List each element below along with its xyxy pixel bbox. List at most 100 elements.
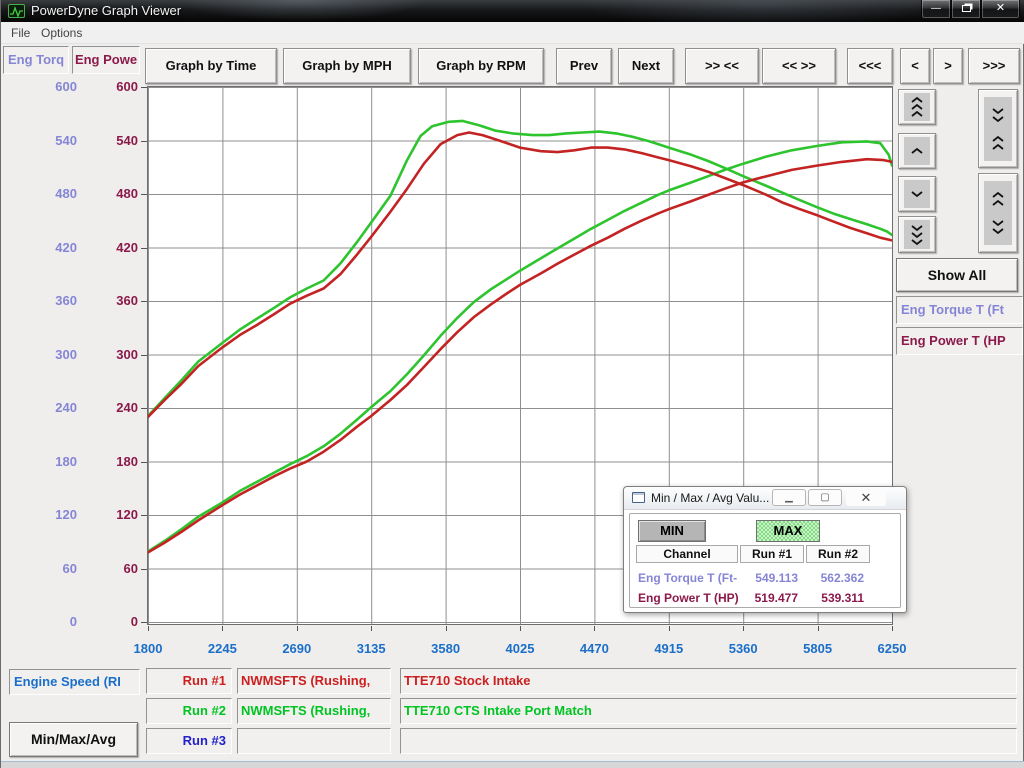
- form-icon: [632, 492, 645, 503]
- chevron-down-icon: [904, 180, 930, 208]
- minmax-maximize-button[interactable]: ▢: [808, 489, 842, 506]
- min-max-avg-button[interactable]: Min/Max/Avg: [9, 722, 138, 757]
- torque-axis-tick: 540: [31, 132, 77, 150]
- minmax-close-button[interactable]: ✕: [846, 489, 886, 506]
- graph-by-rpm-button[interactable]: Graph by RPM: [418, 48, 544, 84]
- scroll-far-right-button[interactable]: >>>: [968, 48, 1020, 84]
- run1-file-box[interactable]: NWMSFTS (Rushing,: [237, 668, 391, 694]
- run3-desc-box[interactable]: [400, 728, 1017, 754]
- y-tick-mark: [141, 622, 147, 623]
- window-bottom-edge: [1, 761, 1024, 768]
- show-all-button[interactable]: Show All: [896, 258, 1018, 292]
- minmax-window: Min / Max / Avg Valu... ▁ ▢ ✕ MIN MAX Ch…: [623, 486, 907, 613]
- torque-axis-tick: 120: [31, 506, 77, 524]
- triple-chevron-up-icon: [904, 93, 930, 121]
- y-tick-mark: [141, 462, 147, 463]
- x-tick-mark: [297, 626, 298, 631]
- power-axis-tick: 60: [92, 560, 138, 578]
- x-tick-mark: [892, 626, 893, 631]
- chevrons-outward-icon: [984, 181, 1012, 245]
- power-axis-tick: 420: [92, 239, 138, 257]
- maximize-icon: [962, 5, 971, 12]
- y-tick-mark: [141, 569, 147, 570]
- maximize-button[interactable]: [951, 0, 981, 19]
- scale-up-button[interactable]: [898, 133, 936, 169]
- x-tick-mark: [148, 626, 149, 631]
- torque-axis-tick: 240: [31, 399, 77, 417]
- torque-axis-tick: 180: [31, 453, 77, 471]
- title-bar[interactable]: PowerDyne Graph Viewer — ✕: [1, 0, 1024, 22]
- max-toggle-button[interactable]: MAX: [756, 520, 820, 542]
- torque-axis-tick: 420: [31, 239, 77, 257]
- scroll-right-button[interactable]: >: [933, 48, 963, 84]
- close-button[interactable]: ✕: [981, 0, 1020, 19]
- scale-down-button[interactable]: [898, 176, 936, 212]
- rpm-axis-tick: 1800: [116, 641, 180, 657]
- scroll-far-left-button[interactable]: <<<: [847, 48, 893, 84]
- zoom-out-x-button[interactable]: << >>: [762, 48, 836, 84]
- x-tick-mark: [371, 626, 372, 631]
- graph-by-time-button[interactable]: Graph by Time: [145, 48, 277, 84]
- power-channel-label: Eng Power T (HP: [896, 327, 1023, 355]
- x-tick-mark: [818, 626, 819, 631]
- run2-file-box[interactable]: NWMSFTS (Rushing,: [237, 698, 391, 724]
- torque-axis-tick: 480: [31, 185, 77, 203]
- chevron-up-icon: [904, 137, 930, 165]
- power-axis-tick: 240: [92, 399, 138, 417]
- minmax-row-run2-value: 539.311: [804, 590, 864, 606]
- scroll-left-button[interactable]: <: [900, 48, 930, 84]
- graph-by-mph-button[interactable]: Graph by MPH: [283, 48, 411, 84]
- window-title: PowerDyne Graph Viewer: [31, 3, 181, 18]
- zoom-in-y-button[interactable]: [978, 89, 1018, 168]
- minmax-minimize-button[interactable]: ▁: [772, 489, 806, 506]
- torque-axis-tick: 600: [31, 78, 77, 96]
- zoom-out-y-button[interactable]: [978, 173, 1018, 253]
- run2-desc-box[interactable]: TTE710 CTS Intake Port Match: [400, 698, 1017, 724]
- run3-file-box[interactable]: [237, 728, 391, 754]
- power-axis-tick: 180: [92, 453, 138, 471]
- rpm-axis-tick: 4025: [488, 641, 552, 657]
- power-axis-tick: 540: [92, 132, 138, 150]
- y-tick-mark: [141, 248, 147, 249]
- scale-up-fast-button[interactable]: [898, 89, 936, 125]
- power-axis-tick: 360: [92, 292, 138, 310]
- x-tick-mark: [669, 626, 670, 631]
- x-tick-mark: [446, 626, 447, 631]
- zoom-in-x-button[interactable]: >> <<: [685, 48, 759, 84]
- eng-power-axis-button[interactable]: Eng Powe: [72, 46, 140, 74]
- next-button[interactable]: Next: [618, 48, 674, 84]
- power-axis-tick: 480: [92, 185, 138, 203]
- column-header-channel: Channel: [636, 545, 738, 563]
- run2-label: Run #2: [146, 698, 232, 724]
- torque-channel-label: Eng Torque T (Ft: [896, 296, 1023, 324]
- minmax-window-title: Min / Max / Avg Valu...: [651, 491, 769, 505]
- y-tick-mark: [141, 355, 147, 356]
- rpm-axis-tick: 2690: [265, 641, 329, 657]
- prev-button[interactable]: Prev: [556, 48, 612, 84]
- menu-bar: File Options: [1, 22, 1024, 44]
- rpm-axis-tick: 6250: [860, 641, 924, 657]
- run1-desc-box[interactable]: TTE710 Stock Intake: [400, 668, 1017, 694]
- minmax-row-channel: Eng Torque T (Ft-: [638, 570, 748, 586]
- scale-down-fast-button[interactable]: [898, 216, 936, 253]
- chevrons-inward-icon: [984, 97, 1012, 161]
- torque-axis-tick: 0: [31, 613, 77, 631]
- x-channel-box[interactable]: Engine Speed (RI: [9, 669, 140, 695]
- app-icon: [8, 4, 25, 18]
- torque-axis-tick: 60: [31, 560, 77, 578]
- menu-options[interactable]: Options: [37, 25, 86, 41]
- power-axis-tick: 300: [92, 346, 138, 364]
- minimize-button[interactable]: —: [921, 0, 951, 19]
- menu-file[interactable]: File: [7, 25, 34, 41]
- rpm-axis-tick: 5805: [786, 641, 850, 657]
- y-tick-mark: [141, 515, 147, 516]
- power-axis-tick: 600: [92, 78, 138, 96]
- minmax-row-run1-value: 549.113: [738, 570, 798, 586]
- run3-label: Run #3: [146, 728, 232, 754]
- eng-torque-axis-button[interactable]: Eng Torq: [3, 46, 69, 74]
- y-tick-mark: [141, 87, 147, 88]
- rpm-axis-tick: 5360: [711, 641, 775, 657]
- minmax-title-bar[interactable]: Min / Max / Avg Valu... ▁ ▢ ✕: [624, 487, 906, 510]
- min-toggle-button[interactable]: MIN: [638, 520, 706, 542]
- power-axis-tick: 0: [92, 613, 138, 631]
